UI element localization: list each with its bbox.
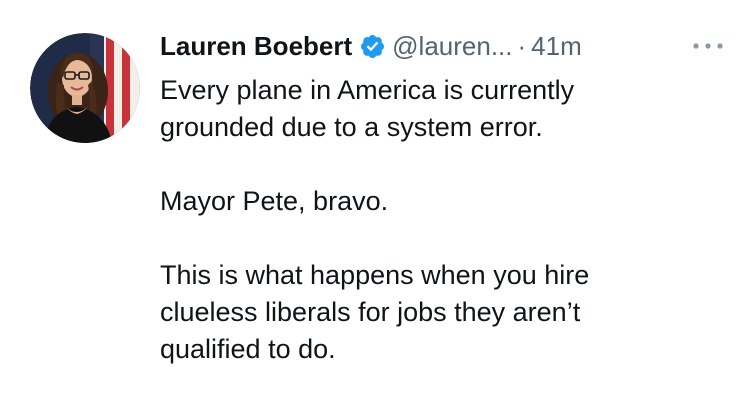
tweet-text-line: Mayor Pete, bravo. — [160, 186, 389, 216]
tweet-text-line: qualified to do. — [160, 334, 336, 364]
tweet-text-line: This is what happens when you hire — [160, 260, 590, 290]
more-options-icon[interactable] — [688, 38, 728, 54]
timestamp[interactable]: 41m — [531, 31, 582, 62]
tweet[interactable]: Lauren Boebert @lauren... · 41m Every pl… — [0, 0, 750, 411]
header-separator: · — [517, 30, 527, 61]
tweet-paragraph: Mayor Pete, bravo. — [160, 183, 730, 220]
tweet-paragraph: This is what happens when you hire cluel… — [160, 257, 730, 368]
tweet-text: Every plane in America is currently grou… — [160, 72, 730, 368]
user-handle[interactable]: @lauren... — [392, 31, 512, 62]
avatar[interactable] — [30, 33, 140, 143]
display-name[interactable]: Lauren Boebert — [160, 31, 352, 62]
tweet-text-line: grounded due to a system error. — [160, 112, 543, 142]
tweet-header: Lauren Boebert @lauren... · 41m — [160, 26, 740, 66]
tweet-paragraph: Every plane in America is currently grou… — [160, 72, 730, 146]
verified-badge-icon[interactable] — [359, 33, 386, 60]
tweet-text-line: Every plane in America is currently — [160, 75, 575, 105]
tweet-text-line: clueless liberals for jobs they aren’t — [160, 297, 581, 327]
